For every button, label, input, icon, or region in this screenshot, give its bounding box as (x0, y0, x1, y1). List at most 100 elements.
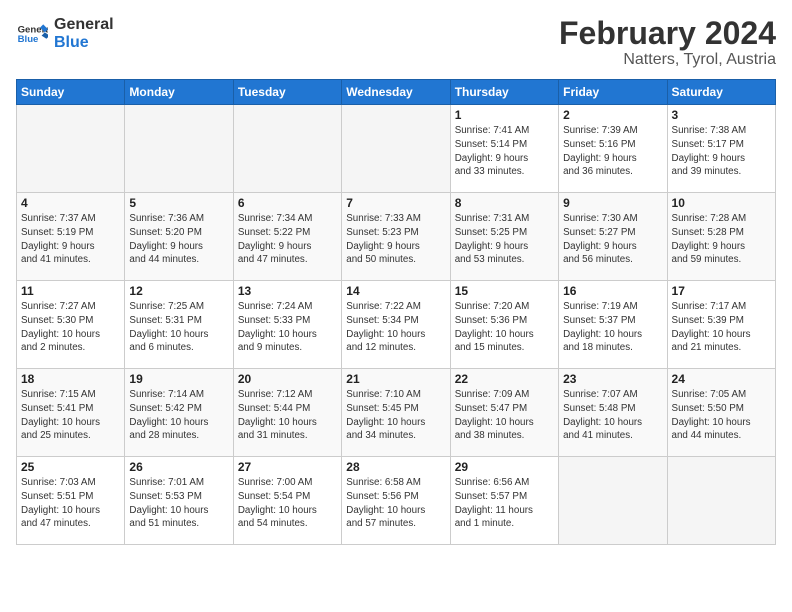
day-info: Sunrise: 7:12 AM Sunset: 5:44 PM Dayligh… (238, 388, 337, 443)
day-info: Sunrise: 7:19 AM Sunset: 5:37 PM Dayligh… (563, 300, 662, 355)
day-info: Sunrise: 7:10 AM Sunset: 5:45 PM Dayligh… (346, 388, 445, 443)
calendar-cell: 11 Sunrise: 7:27 AM Sunset: 5:30 PM Dayli… (17, 281, 125, 369)
day-info: Sunrise: 7:15 AM Sunset: 5:41 PM Dayligh… (21, 388, 120, 443)
calendar-cell: 8Sunrise: 7:31 AM Sunset: 5:25 PM Daylig… (450, 193, 558, 281)
day-info: Sunrise: 7:25 AM Sunset: 5:31 PM Dayligh… (129, 300, 228, 355)
day-info: Sunrise: 7:36 AM Sunset: 5:20 PM Dayligh… (129, 212, 228, 267)
day-info: Sunrise: 6:56 AM Sunset: 5:57 PM Dayligh… (455, 476, 554, 531)
logo: General Blue General Blue (16, 16, 114, 51)
day-info: Sunrise: 7:30 AM Sunset: 5:27 PM Dayligh… (563, 212, 662, 267)
calendar-cell: 12 Sunrise: 7:25 AM Sunset: 5:31 PM Dayli… (125, 281, 233, 369)
svg-text:Blue: Blue (18, 34, 39, 45)
day-info: Sunrise: 7:38 AM Sunset: 5:17 PM Dayligh… (672, 124, 771, 179)
day-number: 27 (238, 460, 337, 474)
col-thursday: Thursday (450, 80, 558, 105)
calendar-cell: 9 Sunrise: 7:30 AM Sunset: 5:27 PM Daylig… (559, 193, 667, 281)
calendar-cell: 29 Sunrise: 6:56 AM Sunset: 5:57 PM Dayli… (450, 457, 558, 545)
day-number: 17 (672, 284, 771, 298)
day-number: 22 (455, 372, 554, 386)
calendar-cell: 5 Sunrise: 7:36 AM Sunset: 5:20 PM Daylig… (125, 193, 233, 281)
calendar-cell: 2 Sunrise: 7:39 AM Sunset: 5:16 PM Daylig… (559, 105, 667, 193)
calendar-cell: 27 Sunrise: 7:00 AM Sunset: 5:54 PM Dayli… (233, 457, 341, 545)
day-number: 29 (455, 460, 554, 474)
calendar-cell: 17 Sunrise: 7:17 AM Sunset: 5:39 PM Dayli… (667, 281, 775, 369)
days-of-week-row: Sunday Monday Tuesday Wednesday Thursday… (17, 80, 776, 105)
day-info: Sunrise: 7:37 AM Sunset: 5:19 PM Dayligh… (21, 212, 120, 267)
col-tuesday: Tuesday (233, 80, 341, 105)
day-info: Sunrise: 7:09 AM Sunset: 5:47 PM Dayligh… (455, 388, 554, 443)
day-number: 5 (129, 196, 228, 210)
calendar-cell: 15Sunrise: 7:20 AM Sunset: 5:36 PM Dayli… (450, 281, 558, 369)
calendar-body: 1 Sunrise: 7:41 AM Sunset: 5:14 PM Daylig… (17, 105, 776, 545)
calendar-cell: 16Sunrise: 7:19 AM Sunset: 5:37 PM Dayli… (559, 281, 667, 369)
page-container: General Blue General Blue February 2024 … (0, 0, 792, 612)
calendar-cell: 1 Sunrise: 7:41 AM Sunset: 5:14 PM Daylig… (450, 105, 558, 193)
calendar-cell: 4 Sunrise: 7:37 AM Sunset: 5:19 PM Daylig… (17, 193, 125, 281)
day-info: Sunrise: 7:17 AM Sunset: 5:39 PM Dayligh… (672, 300, 771, 355)
day-number: 28 (346, 460, 445, 474)
day-number: 7 (346, 196, 445, 210)
calendar-cell: 18 Sunrise: 7:15 AM Sunset: 5:41 PM Dayli… (17, 369, 125, 457)
calendar-week-4: 18 Sunrise: 7:15 AM Sunset: 5:41 PM Dayli… (17, 369, 776, 457)
day-number: 24 (672, 372, 771, 386)
day-info: Sunrise: 7:07 AM Sunset: 5:48 PM Dayligh… (563, 388, 662, 443)
day-number: 10 (672, 196, 771, 210)
calendar-cell (125, 105, 233, 193)
day-info: Sunrise: 7:34 AM Sunset: 5:22 PM Dayligh… (238, 212, 337, 267)
day-number: 25 (21, 460, 120, 474)
day-number: 4 (21, 196, 120, 210)
calendar-table: Sunday Monday Tuesday Wednesday Thursday… (16, 79, 776, 545)
day-info: Sunrise: 7:27 AM Sunset: 5:30 PM Dayligh… (21, 300, 120, 355)
logo-general-text: General (54, 16, 114, 34)
calendar-cell: 25 Sunrise: 7:03 AM Sunset: 5:51 PM Dayli… (17, 457, 125, 545)
day-info: Sunrise: 6:58 AM Sunset: 5:56 PM Dayligh… (346, 476, 445, 531)
title-block: February 2024 Natters, Tyrol, Austria (559, 16, 776, 69)
day-number: 15 (455, 284, 554, 298)
day-number: 21 (346, 372, 445, 386)
day-info: Sunrise: 7:39 AM Sunset: 5:16 PM Dayligh… (563, 124, 662, 179)
calendar-cell: 3Sunrise: 7:38 AM Sunset: 5:17 PM Daylig… (667, 105, 775, 193)
day-number: 8 (455, 196, 554, 210)
day-number: 9 (563, 196, 662, 210)
day-number: 1 (455, 108, 554, 122)
calendar-cell (559, 457, 667, 545)
day-number: 12 (129, 284, 228, 298)
calendar-cell (667, 457, 775, 545)
calendar-cell: 6Sunrise: 7:34 AM Sunset: 5:22 PM Daylig… (233, 193, 341, 281)
day-info: Sunrise: 7:05 AM Sunset: 5:50 PM Dayligh… (672, 388, 771, 443)
page-subtitle: Natters, Tyrol, Austria (559, 51, 776, 69)
day-number: 19 (129, 372, 228, 386)
calendar-week-5: 25 Sunrise: 7:03 AM Sunset: 5:51 PM Dayli… (17, 457, 776, 545)
day-info: Sunrise: 7:14 AM Sunset: 5:42 PM Dayligh… (129, 388, 228, 443)
day-number: 13 (238, 284, 337, 298)
calendar-cell (342, 105, 450, 193)
calendar-cell (233, 105, 341, 193)
day-info: Sunrise: 7:01 AM Sunset: 5:53 PM Dayligh… (129, 476, 228, 531)
calendar-week-2: 4 Sunrise: 7:37 AM Sunset: 5:19 PM Daylig… (17, 193, 776, 281)
calendar-cell: 20 Sunrise: 7:12 AM Sunset: 5:44 PM Dayli… (233, 369, 341, 457)
day-number: 23 (563, 372, 662, 386)
day-info: Sunrise: 7:33 AM Sunset: 5:23 PM Dayligh… (346, 212, 445, 267)
calendar-cell: 21 Sunrise: 7:10 AM Sunset: 5:45 PM Dayli… (342, 369, 450, 457)
day-info: Sunrise: 7:00 AM Sunset: 5:54 PM Dayligh… (238, 476, 337, 531)
day-number: 20 (238, 372, 337, 386)
day-info: Sunrise: 7:03 AM Sunset: 5:51 PM Dayligh… (21, 476, 120, 531)
logo-blue-text: Blue (54, 34, 114, 52)
page-title: February 2024 (559, 16, 776, 51)
calendar-week-1: 1 Sunrise: 7:41 AM Sunset: 5:14 PM Daylig… (17, 105, 776, 193)
day-info: Sunrise: 7:22 AM Sunset: 5:34 PM Dayligh… (346, 300, 445, 355)
col-wednesday: Wednesday (342, 80, 450, 105)
page-header: General Blue General Blue February 2024 … (16, 16, 776, 69)
day-info: Sunrise: 7:24 AM Sunset: 5:33 PM Dayligh… (238, 300, 337, 355)
calendar-cell: 14Sunrise: 7:22 AM Sunset: 5:34 PM Dayli… (342, 281, 450, 369)
day-info: Sunrise: 7:28 AM Sunset: 5:28 PM Dayligh… (672, 212, 771, 267)
col-monday: Monday (125, 80, 233, 105)
day-info: Sunrise: 7:41 AM Sunset: 5:14 PM Dayligh… (455, 124, 554, 179)
calendar-header: Sunday Monday Tuesday Wednesday Thursday… (17, 80, 776, 105)
calendar-cell: 7 Sunrise: 7:33 AM Sunset: 5:23 PM Daylig… (342, 193, 450, 281)
day-number: 18 (21, 372, 120, 386)
day-number: 11 (21, 284, 120, 298)
day-number: 2 (563, 108, 662, 122)
col-friday: Friday (559, 80, 667, 105)
calendar-week-3: 11 Sunrise: 7:27 AM Sunset: 5:30 PM Dayli… (17, 281, 776, 369)
